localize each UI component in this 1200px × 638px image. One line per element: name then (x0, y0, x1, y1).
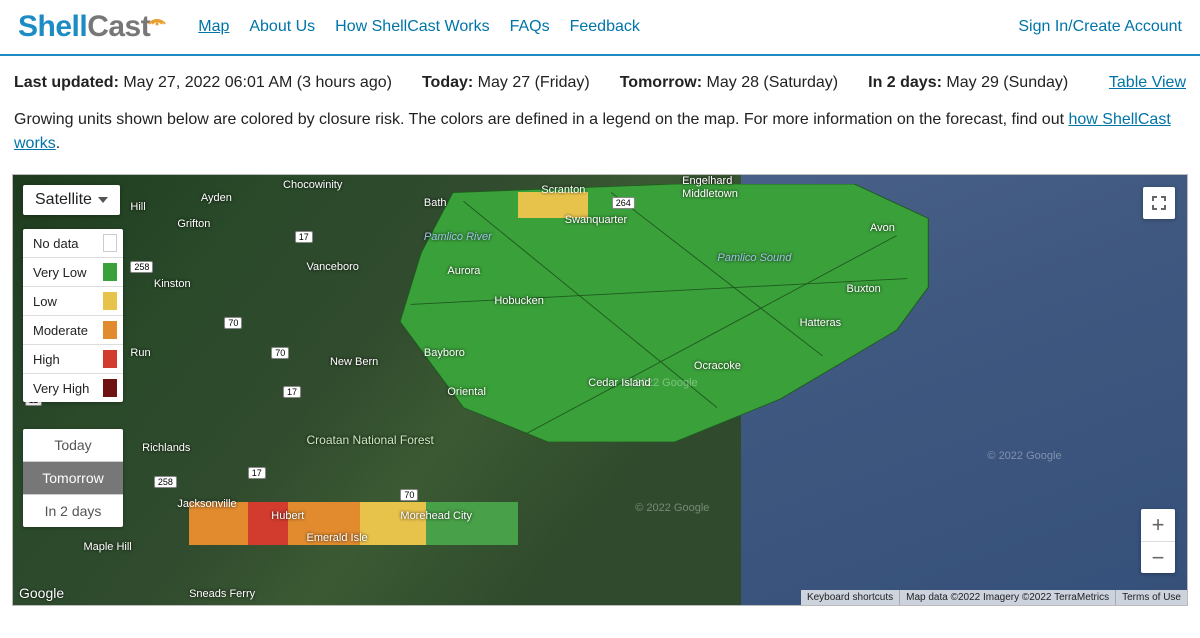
legend-swatch (103, 234, 117, 252)
info-bar: Last updated: May 27, 2022 06:01 AM (3 h… (0, 56, 1200, 102)
road-shield: 70 (400, 489, 418, 501)
place-label: Sneads Ferry (189, 588, 255, 600)
main-nav: Map About Us How ShellCast Works FAQs Fe… (198, 18, 640, 36)
place-label: Richlands (142, 442, 190, 454)
place-label: Maple Hill (83, 541, 131, 553)
terms-link[interactable]: Terms of Use (1115, 590, 1187, 605)
map-data-label: Map data ©2022 Imagery ©2022 TerraMetric… (899, 590, 1115, 605)
road-shield: 264 (612, 197, 635, 209)
place-label: Ocracoke (694, 360, 741, 372)
keyboard-shortcuts-link[interactable]: Keyboard shortcuts (801, 590, 899, 605)
map-type-dropdown[interactable]: Satellite (23, 185, 120, 215)
day-today[interactable]: Today (23, 429, 123, 461)
day-selector: Today Tomorrow In 2 days (23, 429, 123, 527)
place-label: Vanceboro (307, 261, 359, 273)
map-attribution: Keyboard shortcuts Map data ©2022 Imager… (801, 590, 1187, 605)
date-today: May 27 (Friday) (478, 74, 590, 91)
legend-row: Moderate (23, 315, 123, 344)
legend-label: Low (33, 294, 57, 309)
legend-label: Moderate (33, 323, 88, 338)
fullscreen-button[interactable] (1143, 187, 1175, 219)
place-label: Middletown (682, 188, 738, 200)
description: Growing units shown below are colored by… (0, 102, 1200, 168)
legend-label: No data (33, 236, 79, 251)
road-shield: 17 (283, 386, 301, 398)
place-label: Scranton (541, 184, 585, 196)
day-in2days[interactable]: In 2 days (23, 494, 123, 527)
legend: No data Very Low Low Moderate High Very High (23, 229, 123, 402)
place-label: Jacksonville (177, 498, 236, 510)
place-label: Hobucken (494, 295, 544, 307)
place-label: Avon (870, 222, 895, 234)
forest-label: Croatan National Forest (307, 433, 434, 447)
road-shield: 258 (130, 261, 153, 273)
legend-label: Very Low (33, 265, 86, 280)
place-label: Chocowinity (283, 179, 342, 191)
place-label: Oriental (447, 386, 486, 398)
overlay-sound (400, 184, 928, 442)
date-in2days: May 29 (Sunday) (946, 74, 1068, 91)
place-label: Run (130, 347, 150, 359)
chevron-down-icon (98, 197, 108, 203)
table-view-link[interactable]: Table View (1109, 74, 1186, 92)
road-shield: 70 (271, 347, 289, 359)
place-label: Bath (424, 197, 447, 209)
nav-faq[interactable]: FAQs (510, 18, 550, 36)
zoom-control: + − (1141, 509, 1175, 573)
road-shield: 17 (248, 467, 266, 479)
place-label: Buxton (847, 283, 881, 295)
road-shield: 258 (154, 476, 177, 488)
legend-row: Very Low (23, 257, 123, 286)
legend-row: Low (23, 286, 123, 315)
legend-swatch (103, 263, 117, 281)
place-label: Aurora (447, 265, 480, 277)
legend-row: No data (23, 229, 123, 257)
nav-how[interactable]: How ShellCast Works (335, 18, 489, 36)
road-shield: 70 (224, 317, 242, 329)
place-label: Swanquarter (565, 214, 627, 226)
date-tomorrow: May 28 (Saturday) (707, 74, 839, 91)
wifi-icon (147, 0, 167, 34)
google-logo: Google (19, 585, 64, 601)
place-label: Hatteras (800, 317, 842, 329)
legend-swatch (103, 292, 117, 310)
road-shield: 17 (295, 231, 313, 243)
legend-row: Very High (23, 373, 123, 402)
legend-swatch (103, 379, 117, 397)
nav-about[interactable]: About Us (249, 18, 315, 36)
place-label: Kinston (154, 278, 191, 290)
day-tomorrow[interactable]: Tomorrow (23, 461, 123, 494)
place-label: Bayboro (424, 347, 465, 359)
legend-swatch (103, 350, 117, 368)
water-label: Pamlico River (424, 231, 492, 243)
legend-label: Very High (33, 381, 89, 396)
zoom-in-button[interactable]: + (1141, 509, 1175, 541)
signin-link[interactable]: Sign In/Create Account (1018, 18, 1182, 36)
map[interactable]: Chocowinity Bath Scranton Engelhard Midd… (12, 174, 1188, 606)
watermark: © 2022 Google (635, 502, 709, 514)
legend-swatch (103, 321, 117, 339)
zoom-out-button[interactable]: − (1141, 541, 1175, 573)
watermark: © 2022 Google (987, 450, 1061, 462)
legend-label: High (33, 352, 60, 367)
legend-row: High (23, 344, 123, 373)
place-label: Hubert (271, 510, 304, 522)
place-label: New Bern (330, 356, 378, 368)
place-label: Engelhard (682, 175, 732, 187)
logo: ShellCast (18, 10, 170, 44)
place-label: Morehead City (400, 510, 472, 522)
nav-feedback[interactable]: Feedback (570, 18, 640, 36)
water-label: Pamlico Sound (717, 252, 791, 264)
watermark: © 2022 Google (623, 377, 697, 389)
place-label: Ayden (201, 192, 232, 204)
last-updated: May 27, 2022 06:01 AM (3 hours ago) (123, 74, 392, 91)
place-label: Grifton (177, 218, 210, 230)
place-label: Hill (130, 201, 145, 213)
nav-map[interactable]: Map (198, 18, 229, 36)
place-label: Emerald Isle (307, 532, 368, 544)
